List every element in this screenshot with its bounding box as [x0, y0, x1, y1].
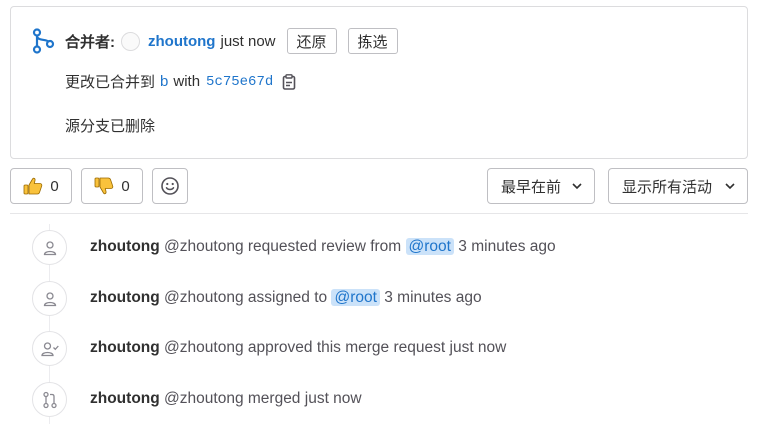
- event-icon: [32, 281, 67, 316]
- event-icon: [32, 230, 67, 265]
- event-action: approved this merge request: [247, 339, 446, 356]
- chevron-down-icon: [572, 183, 582, 190]
- event-time: 3 minutes ago: [458, 238, 556, 255]
- chevron-down-icon: [725, 183, 735, 190]
- event-author[interactable]: zhoutong: [90, 390, 160, 407]
- award-toolbar: 0 0 最早在前 显示所有活动: [10, 168, 748, 204]
- event-author[interactable]: zhoutong: [90, 289, 160, 306]
- activity-filter-label: 显示所有活动: [622, 178, 713, 196]
- commit-sha-link[interactable]: 5c75e67d: [206, 74, 273, 90]
- cherry-pick-button[interactable]: 拣选: [347, 28, 398, 54]
- thumbs-down-count: 0: [121, 177, 130, 195]
- event-handle[interactable]: @zhoutong: [164, 339, 244, 356]
- sort-dropdown-label: 最早在前: [501, 178, 562, 196]
- event-handle[interactable]: @zhoutong: [164, 390, 244, 407]
- event-text: zhoutong @zhoutong merged just now: [90, 390, 362, 408]
- thumbs-up-icon: [23, 177, 43, 195]
- merged-by-user-link[interactable]: zhoutong: [148, 33, 215, 50]
- event-time: just now: [449, 339, 507, 356]
- timeline-event: zhoutong @zhoutong requested review from…: [32, 230, 748, 266]
- git-merge-icon: [42, 391, 57, 408]
- event-icon: [32, 382, 67, 417]
- event-time: 3 minutes ago: [384, 289, 482, 306]
- event-text: zhoutong @zhoutong approved this merge r…: [90, 339, 506, 357]
- event-icon: [32, 331, 67, 366]
- user-icon: [43, 291, 56, 306]
- approval-icon: [40, 341, 59, 356]
- merged-time: just now: [220, 32, 276, 50]
- merged-by-line: 合并者: zhoutong just now 还原 拣选: [65, 28, 398, 54]
- git-merge-icon: [32, 28, 55, 54]
- with-text: with: [173, 73, 201, 90]
- copy-icon[interactable]: [282, 73, 296, 90]
- merged-into-line: 更改已合并到 b with 5c75e67d: [65, 71, 296, 92]
- thumbs-down-button[interactable]: 0: [81, 168, 143, 204]
- source-branch-deleted-text: 源分支已删除: [65, 118, 156, 135]
- thumbs-up-count: 0: [50, 177, 59, 195]
- event-text: zhoutong @zhoutong assigned to @root 3 m…: [90, 289, 482, 307]
- merge-info-card: 合并者: zhoutong just now 还原 拣选 更改已合并到 b wi…: [10, 6, 748, 159]
- sort-dropdown[interactable]: 最早在前: [487, 168, 595, 204]
- activity-filter-dropdown[interactable]: 显示所有活动: [608, 168, 748, 204]
- mention-link[interactable]: @root: [405, 238, 454, 255]
- thumbs-up-button[interactable]: 0: [10, 168, 72, 204]
- divider: [10, 213, 748, 214]
- event-action: requested review from: [247, 238, 402, 255]
- event-author[interactable]: zhoutong: [90, 339, 160, 356]
- event-action: assigned to: [247, 289, 328, 306]
- thumbs-down-icon: [94, 177, 114, 195]
- event-action: merged: [247, 390, 301, 407]
- smiley-icon: [161, 177, 179, 195]
- timeline-event: zhoutong @zhoutong approved this merge r…: [32, 331, 748, 367]
- event-author[interactable]: zhoutong: [90, 238, 160, 255]
- timeline-event: zhoutong @zhoutong assigned to @root 3 m…: [32, 281, 748, 317]
- event-text: zhoutong @zhoutong requested review from…: [90, 238, 556, 256]
- merged-into-label: 更改已合并到: [65, 74, 156, 91]
- add-reaction-button[interactable]: [152, 168, 188, 204]
- avatar[interactable]: [121, 31, 140, 51]
- revert-button[interactable]: 还原: [286, 28, 337, 54]
- event-time: just now: [304, 390, 362, 407]
- user-icon: [43, 240, 56, 255]
- event-handle[interactable]: @zhoutong: [164, 238, 244, 255]
- target-branch-link[interactable]: b: [160, 73, 168, 90]
- timeline-event: zhoutong @zhoutong merged just now: [32, 382, 748, 418]
- event-handle[interactable]: @zhoutong: [164, 289, 244, 306]
- merged-by-label: 合并者:: [65, 33, 115, 51]
- mention-link[interactable]: @root: [331, 289, 380, 306]
